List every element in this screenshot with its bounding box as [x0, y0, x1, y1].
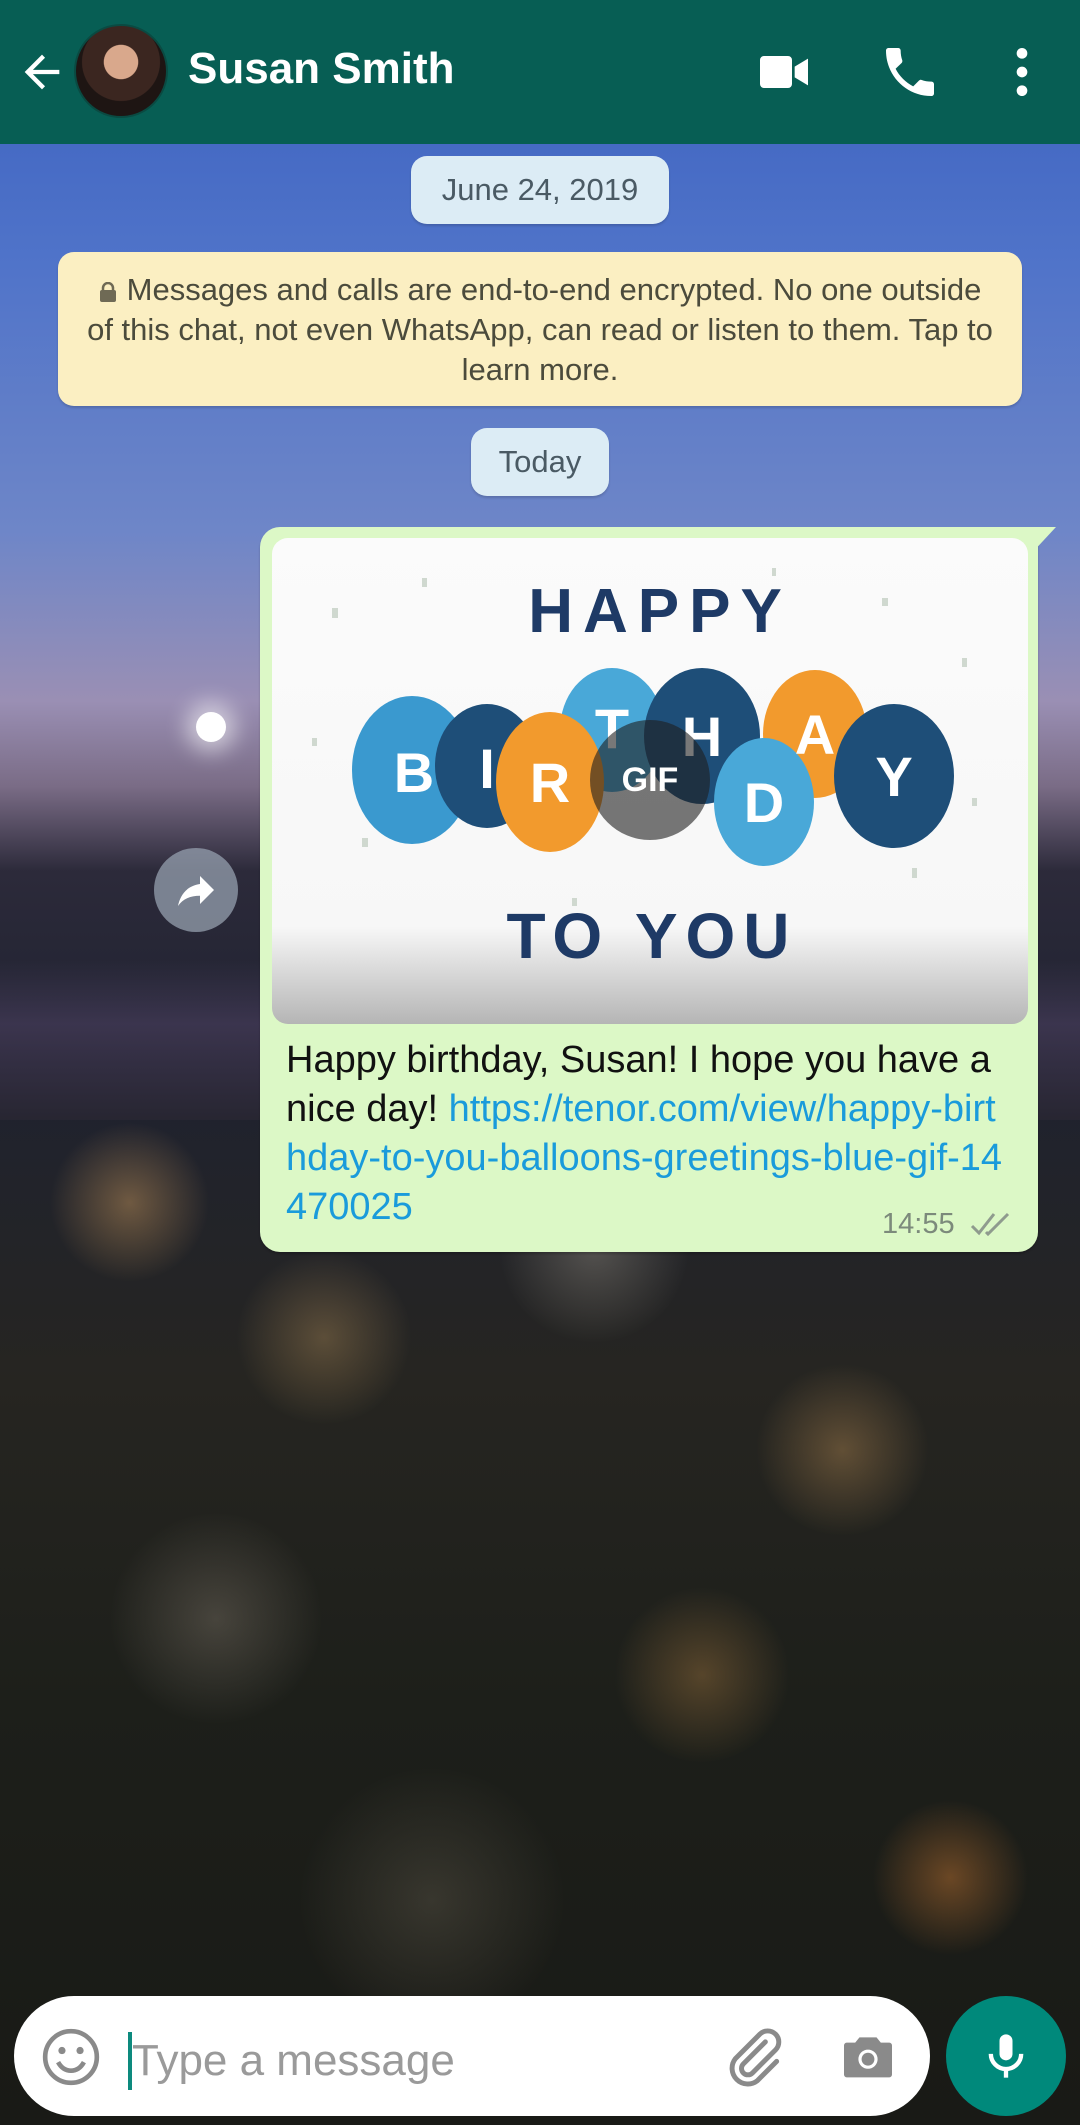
encryption-notice[interactable]: Messages and calls are end-to-end encryp… — [58, 252, 1022, 406]
forward-button[interactable] — [154, 848, 238, 932]
wallpaper-moon — [196, 712, 226, 742]
camera-icon[interactable] — [836, 2024, 900, 2088]
gif-letter-r: R — [530, 751, 570, 814]
more-options-icon[interactable] — [990, 40, 1054, 104]
message-time: 14:55 — [882, 1208, 955, 1240]
mic-icon — [988, 2034, 1024, 2078]
gif-letter-i: I — [479, 737, 495, 800]
gif-text-to-you: TO YOU — [506, 900, 797, 972]
video-call-icon[interactable] — [752, 40, 816, 104]
date-chip: June 24, 2019 — [411, 156, 669, 224]
mic-button[interactable] — [946, 1996, 1066, 2116]
gif-letter-d: D — [744, 771, 784, 834]
gif-text-happy: HAPPY — [528, 577, 792, 646]
gif-letter-b: B — [394, 741, 434, 804]
avatar[interactable] — [74, 24, 168, 118]
message-input[interactable]: Type a message — [132, 2032, 455, 2090]
chat-header: Susan Smith — [0, 0, 1080, 144]
gif-play-badge[interactable]: GIF — [590, 720, 710, 840]
contact-name[interactable]: Susan Smith — [188, 44, 455, 94]
back-arrow-icon[interactable] — [16, 46, 68, 98]
gif-letter-y: Y — [875, 745, 912, 808]
message-text: Happy birthday, Susan! I hope you have a… — [286, 1036, 1006, 1232]
phone-icon[interactable] — [878, 40, 942, 104]
attach-icon[interactable] — [720, 2024, 786, 2090]
gif-letter-a: A — [795, 703, 835, 766]
encryption-notice-text: Messages and calls are end-to-end encryp… — [87, 272, 993, 387]
emoji-icon[interactable] — [40, 2026, 102, 2088]
forward-icon — [178, 876, 214, 906]
lock-icon — [99, 282, 116, 302]
bubble-tail — [1030, 527, 1056, 555]
date-chip-today: Today — [471, 428, 609, 496]
double-check-icon — [970, 1212, 1010, 1237]
